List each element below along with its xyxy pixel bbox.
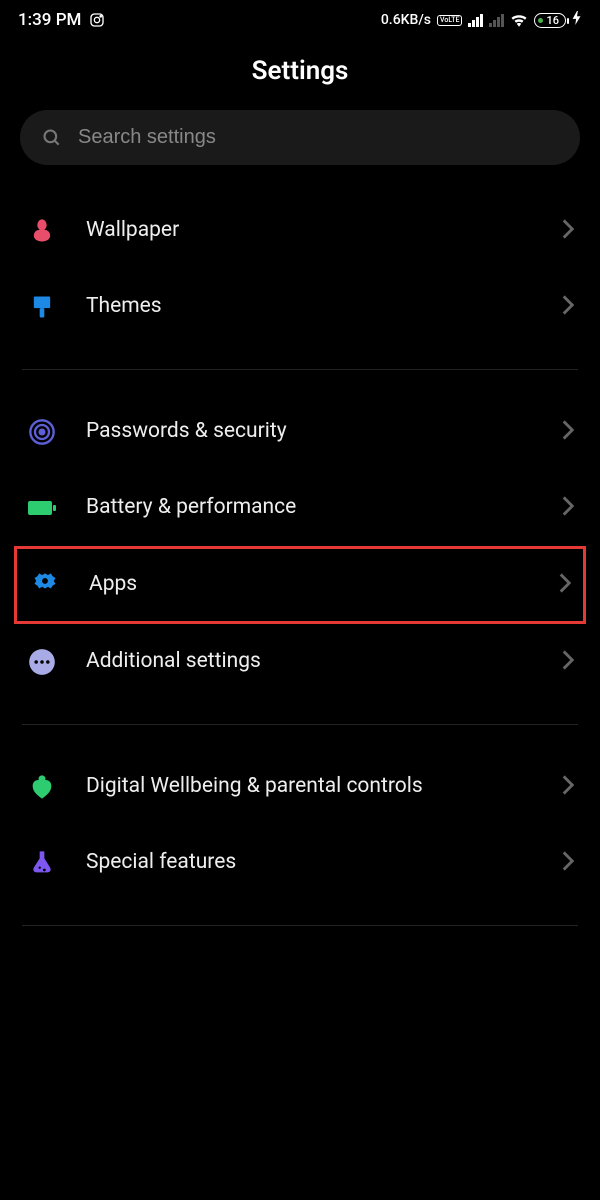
fingerprint-icon: [26, 416, 58, 448]
item-label: Passwords & security: [86, 418, 534, 445]
settings-item-apps[interactable]: Apps: [14, 546, 586, 624]
battery-indicator: 16: [534, 13, 566, 28]
item-label: Battery & performance: [86, 494, 534, 521]
settings-item-special-features[interactable]: Special features: [0, 825, 600, 901]
item-label: Themes: [86, 293, 534, 320]
dots-icon: [26, 646, 58, 678]
chevron-right-icon: [562, 650, 574, 674]
settings-item-digital-wellbeing[interactable]: Digital Wellbeing & parental controls: [0, 749, 600, 825]
search-icon: [42, 128, 62, 148]
status-time: 1:39 PM: [18, 10, 81, 30]
divider: [22, 925, 578, 926]
heart-icon: [26, 771, 58, 803]
chevron-right-icon: [562, 496, 574, 520]
gear-icon: [29, 569, 61, 601]
item-label: Special features: [86, 849, 534, 876]
brush-icon: [26, 291, 58, 323]
page-title: Settings: [0, 38, 600, 110]
battery-icon: [26, 492, 58, 524]
flask-icon: [26, 847, 58, 879]
divider: [22, 724, 578, 725]
tulip-icon: [26, 215, 58, 247]
chevron-right-icon: [559, 573, 571, 597]
search-bar[interactable]: [20, 110, 580, 165]
wifi-icon: [510, 13, 528, 27]
search-input[interactable]: [78, 126, 558, 149]
chevron-right-icon: [562, 851, 574, 875]
status-data-rate: 0.6KB/s: [381, 12, 431, 28]
item-label: Additional settings: [86, 648, 534, 675]
chevron-right-icon: [562, 420, 574, 444]
item-label: Digital Wellbeing & parental controls: [86, 773, 534, 800]
settings-item-passwords-security[interactable]: Passwords & security: [0, 394, 600, 470]
chevron-right-icon: [562, 295, 574, 319]
divider: [22, 369, 578, 370]
chevron-right-icon: [562, 775, 574, 799]
item-label: Apps: [89, 571, 531, 598]
settings-item-themes[interactable]: Themes: [0, 269, 600, 345]
signal-icon: [468, 14, 483, 27]
status-bar: 1:39 PM 0.6KB/s VoLTE 16: [0, 0, 600, 38]
settings-item-additional-settings[interactable]: Additional settings: [0, 624, 600, 700]
volte-icon: VoLTE: [437, 15, 462, 26]
instagram-icon: [89, 12, 105, 28]
item-label: Wallpaper: [86, 217, 534, 244]
settings-item-wallpaper[interactable]: Wallpaper: [0, 193, 600, 269]
charging-icon: [572, 11, 582, 29]
settings-item-battery-performance[interactable]: Battery & performance: [0, 470, 600, 546]
chevron-right-icon: [562, 219, 574, 243]
signal-icon-2: [489, 14, 504, 27]
